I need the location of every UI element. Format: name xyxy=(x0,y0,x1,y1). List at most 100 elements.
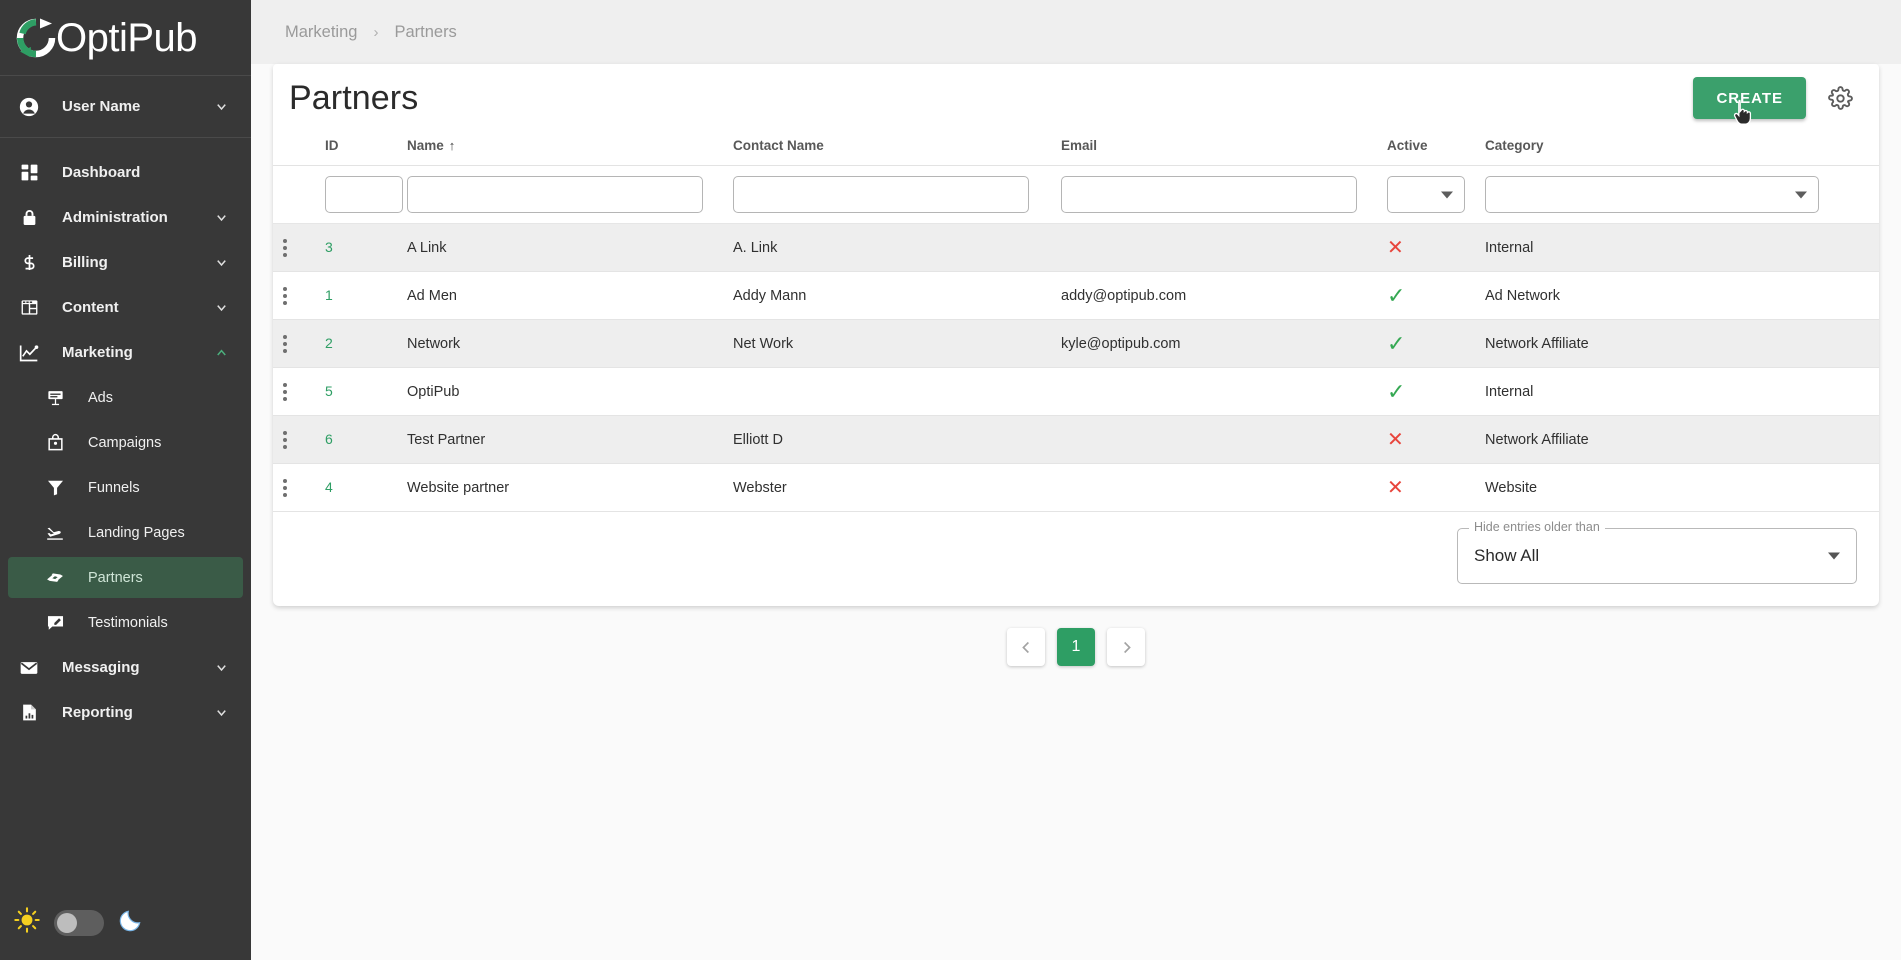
settings-gear-button[interactable] xyxy=(1824,82,1857,115)
filter-row-body xyxy=(273,165,1879,224)
filter-email-input[interactable] xyxy=(1061,176,1357,213)
row-id-cell: 1 xyxy=(325,271,407,320)
row-id-link[interactable]: 3 xyxy=(325,239,333,255)
th-category-label: Category xyxy=(1485,138,1544,153)
chevron-down-icon xyxy=(213,255,229,270)
filter-contact-name-input[interactable] xyxy=(733,176,1029,213)
filter-id-input[interactable] xyxy=(325,176,403,213)
th-email[interactable]: Email xyxy=(1061,132,1387,166)
table-row[interactable]: 6 Test Partner Elliott D ✕ Network Affiliate xyxy=(273,415,1879,464)
th-category[interactable]: Category xyxy=(1485,132,1879,166)
cross-icon: ✕ xyxy=(1387,429,1404,451)
sidebar-item-administration[interactable]: Administration xyxy=(0,197,251,238)
row-category-cell: Website xyxy=(1485,463,1879,512)
table-row[interactable]: 5 OptiPub ✓ Internal xyxy=(273,367,1879,416)
table-row[interactable]: 3 A Link A. Link ✕ Internal xyxy=(273,223,1879,272)
table-row[interactable]: 2 Network Net Work kyle@optipub.com ✓ Network… xyxy=(273,319,1879,368)
pagination-prev-button[interactable] xyxy=(1007,628,1045,666)
row-name-cell: OptiPub xyxy=(407,367,733,416)
th-active-label: Active xyxy=(1387,138,1428,153)
th-contact-name[interactable]: Contact Name xyxy=(733,132,1061,166)
row-name-cell: A Link xyxy=(407,223,733,272)
breadcrumb-parent[interactable]: Marketing xyxy=(285,23,357,42)
sidebar-item-funnels[interactable]: Funnels xyxy=(0,467,251,508)
sidebar-item-partners[interactable]: Partners xyxy=(8,557,243,598)
th-contact-label: Contact Name xyxy=(733,138,824,153)
check-icon: ✓ xyxy=(1387,282,1406,308)
th-id[interactable]: ID xyxy=(325,132,407,166)
filter-contact-cell xyxy=(733,165,1061,224)
sidebar-item-dashboard[interactable]: Dashboard xyxy=(0,152,251,193)
vertical-dots-menu-icon[interactable] xyxy=(273,430,297,449)
main-content: Marketing › Partners Partners CREATE ID … xyxy=(251,0,1901,960)
th-menu xyxy=(273,132,325,166)
filter-active-cell xyxy=(1387,165,1485,224)
filter-category-select[interactable] xyxy=(1485,176,1819,213)
vertical-dots-menu-icon[interactable] xyxy=(273,478,297,497)
row-id-cell: 3 xyxy=(325,223,407,272)
row-email-cell xyxy=(1061,415,1387,464)
partners-card: Partners CREATE ID Name ↑ Contact Name E… xyxy=(273,64,1879,606)
row-id-link[interactable]: 6 xyxy=(325,431,333,447)
sidebar-item-reporting[interactable]: Reporting xyxy=(0,692,251,733)
sidebar-item-label: Billing xyxy=(62,254,108,271)
pagination-page-1-button[interactable]: 1 xyxy=(1057,628,1095,666)
sidebar-item-campaigns[interactable]: Campaigns xyxy=(0,422,251,463)
dollar-sign-icon xyxy=(14,253,44,272)
pagination-next-button[interactable] xyxy=(1107,628,1145,666)
filter-row xyxy=(273,165,1879,224)
sidebar-item-billing[interactable]: Billing xyxy=(0,242,251,283)
sidebar-item-content[interactable]: Content xyxy=(0,287,251,328)
pagination: 1 xyxy=(273,606,1879,666)
row-email-cell xyxy=(1061,223,1387,272)
sidebar-item-marketing[interactable]: Marketing xyxy=(0,332,251,373)
sun-icon[interactable] xyxy=(14,907,40,938)
row-contact-name-cell xyxy=(733,367,1061,416)
filter-name-input[interactable] xyxy=(407,176,703,213)
hide-entries-older-than-select[interactable]: Hide entries older than Show All xyxy=(1457,521,1857,584)
row-id-link[interactable]: 5 xyxy=(325,383,333,399)
vertical-dots-menu-icon[interactable] xyxy=(273,238,297,257)
sidebar-item-landing-pages[interactable]: Landing Pages xyxy=(0,512,251,553)
row-menu-cell xyxy=(273,223,325,272)
th-name-label: Name xyxy=(407,138,444,153)
table-body: 3 A Link A. Link ✕ Internal 1 Ad Men Addy Mann a… xyxy=(273,223,1879,512)
th-active[interactable]: Active xyxy=(1387,132,1485,166)
brand-logo[interactable]: OptiPub xyxy=(0,0,251,76)
row-contact-name-cell: Addy Mann xyxy=(733,271,1061,320)
table-row[interactable]: 1 Ad Men Addy Mann addy@optipub.com ✓ Ad Netw… xyxy=(273,271,1879,320)
comment-edit-icon xyxy=(40,613,70,632)
row-active-cell: ✕ xyxy=(1387,463,1485,512)
chevron-down-icon xyxy=(213,705,229,720)
sidebar-item-label: Reporting xyxy=(62,704,133,721)
vertical-dots-menu-icon[interactable] xyxy=(273,382,297,401)
row-id-link[interactable]: 2 xyxy=(325,335,333,351)
table-header: ID Name ↑ Contact Name Email Active Categ… xyxy=(273,132,1879,166)
moon-icon[interactable] xyxy=(118,907,144,938)
table-row[interactable]: 4 Website partner Webster ✕ Website xyxy=(273,463,1879,512)
vertical-dots-menu-icon[interactable] xyxy=(273,286,297,305)
filter-active-select[interactable] xyxy=(1387,176,1465,213)
theme-toggle-switch[interactable] xyxy=(54,909,104,936)
row-active-cell: ✓ xyxy=(1387,367,1485,416)
th-name[interactable]: Name ↑ xyxy=(407,132,733,166)
sidebar-item-label: Content xyxy=(62,299,119,316)
dashboard-grid-icon xyxy=(14,163,44,182)
row-id-link[interactable]: 1 xyxy=(325,287,333,303)
chevron-right-icon xyxy=(1123,641,1131,653)
account-circle-icon xyxy=(14,96,44,118)
sidebar-item-ads[interactable]: Ads xyxy=(0,377,251,418)
vertical-dots-menu-icon[interactable] xyxy=(273,334,297,353)
page-title: Partners xyxy=(289,78,419,117)
dropdown-arrow-icon xyxy=(1828,552,1840,560)
sidebar-item-testimonials[interactable]: Testimonials xyxy=(0,602,251,643)
line-chart-icon xyxy=(14,343,44,363)
sidebar-user-menu[interactable]: User Name xyxy=(0,76,251,138)
sidebar-item-label: Campaigns xyxy=(88,434,162,451)
breadcrumb-separator: › xyxy=(373,23,379,41)
create-button[interactable]: CREATE xyxy=(1693,77,1806,119)
check-icon: ✓ xyxy=(1387,330,1406,356)
filter-name-cell xyxy=(407,165,733,224)
sidebar-item-messaging[interactable]: Messaging xyxy=(0,647,251,688)
row-id-link[interactable]: 4 xyxy=(325,479,333,495)
